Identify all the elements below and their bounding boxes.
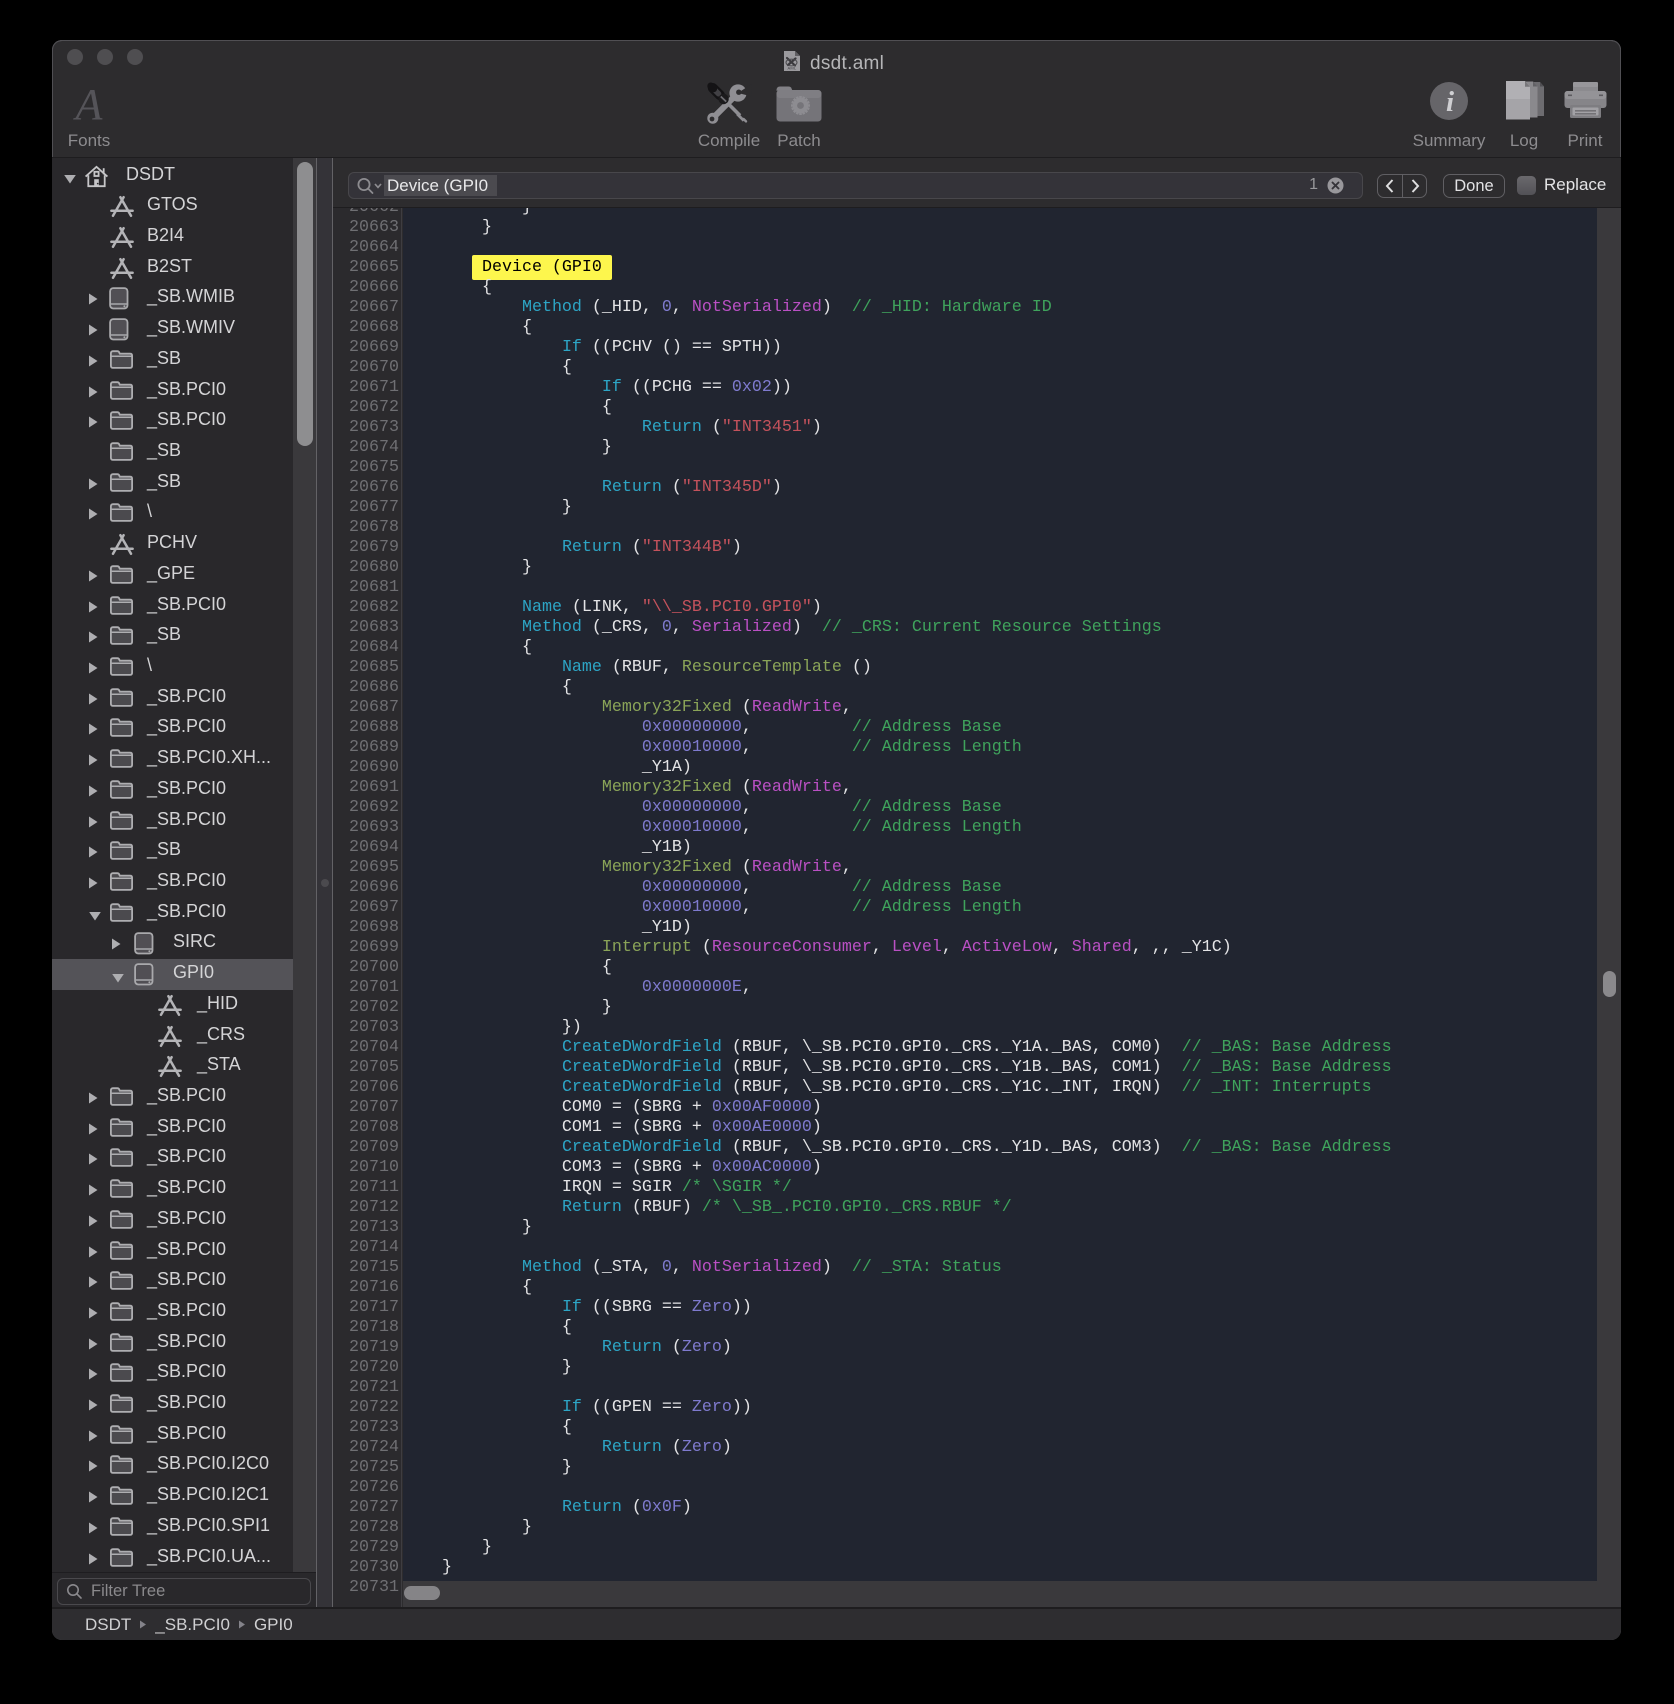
svg-text:AML: AML <box>787 66 797 71</box>
svg-text:i: i <box>1446 86 1454 118</box>
svg-text:A: A <box>73 86 104 124</box>
